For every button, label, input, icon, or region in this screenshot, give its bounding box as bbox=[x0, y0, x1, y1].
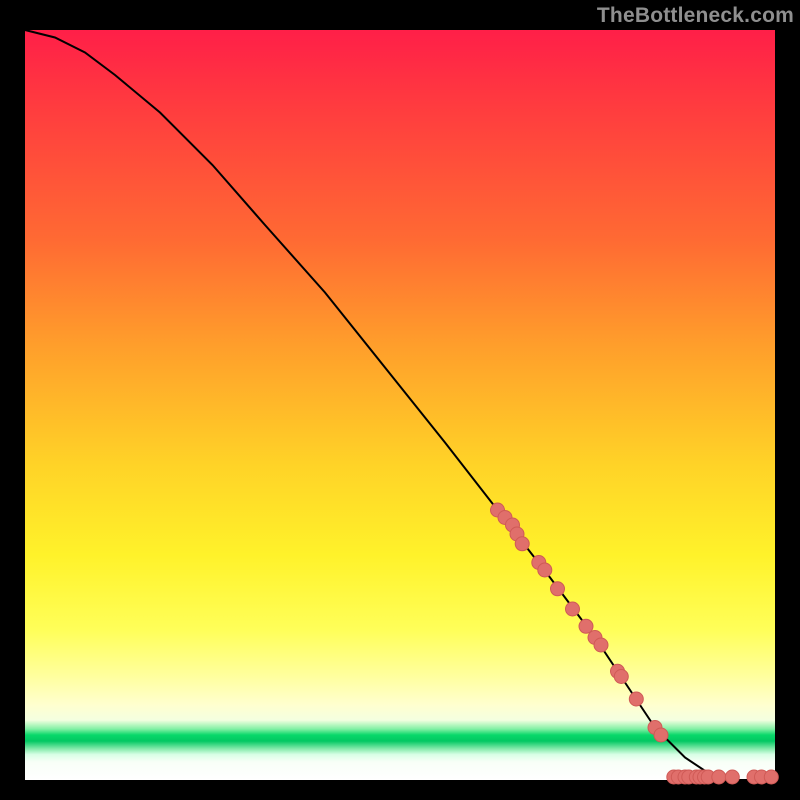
data-marker bbox=[764, 770, 778, 784]
plot-area bbox=[25, 30, 775, 780]
data-markers bbox=[491, 503, 779, 784]
data-marker bbox=[538, 563, 552, 577]
bottleneck-curve bbox=[25, 30, 775, 780]
data-marker bbox=[566, 602, 580, 616]
data-marker bbox=[551, 582, 565, 596]
data-marker bbox=[712, 770, 726, 784]
data-marker bbox=[614, 670, 628, 684]
data-marker bbox=[515, 537, 529, 551]
data-marker bbox=[654, 728, 668, 742]
attribution-label: TheBottleneck.com bbox=[597, 4, 794, 28]
data-marker bbox=[579, 619, 593, 633]
data-marker bbox=[594, 638, 608, 652]
curve-svg bbox=[25, 30, 775, 780]
chart-frame: TheBottleneck.com bbox=[0, 0, 800, 800]
data-marker bbox=[629, 692, 643, 706]
data-marker bbox=[725, 770, 739, 784]
